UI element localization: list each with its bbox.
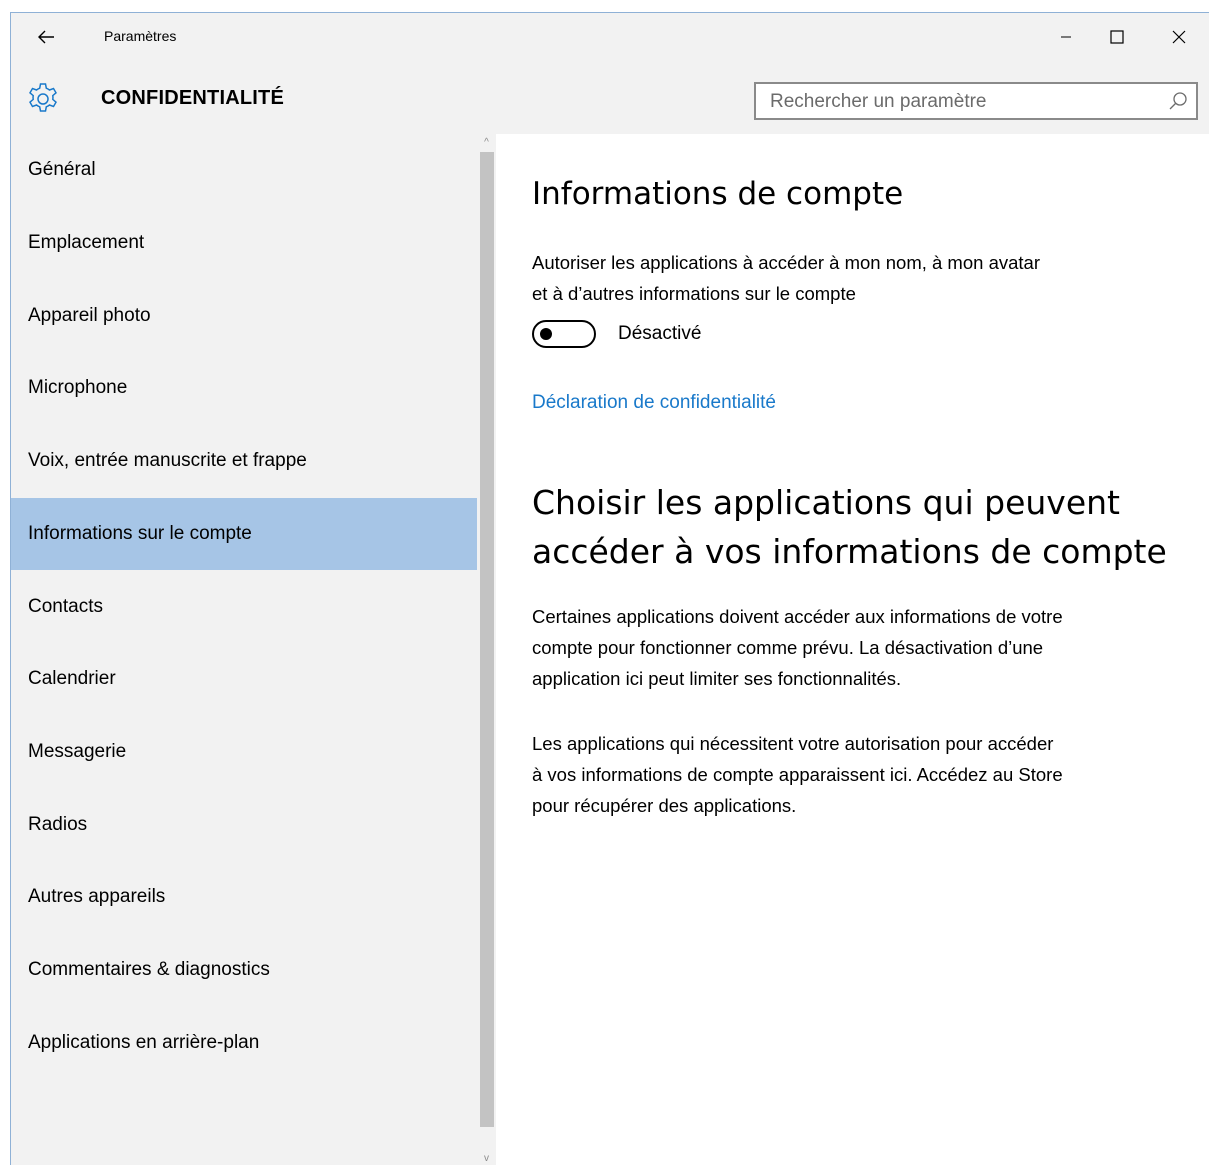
sidebar-item-label: Radios: [28, 814, 88, 835]
sidebar-item-label: Applications en arrière-plan: [28, 1032, 260, 1053]
sidebar-scrollbar[interactable]: ^ v: [477, 134, 496, 1165]
toggle-state-label: Désactivé: [618, 323, 702, 344]
sidebar-item-emplacement[interactable]: Emplacement: [11, 207, 477, 279]
account-access-toggle-row: Désactivé: [532, 318, 701, 350]
sidebar-item-autres-appareils[interactable]: Autres appareils: [11, 861, 477, 933]
title-bar: Paramètres: [11, 13, 1209, 61]
sidebar-item-commentaires[interactable]: Commentaires & diagnostics: [11, 934, 477, 1006]
sidebar-item-label: Calendrier: [28, 668, 116, 689]
main-content: Informations de compte Autoriser les app…: [496, 134, 1209, 1165]
privacy-statement-link[interactable]: Déclaration de confidentialité: [532, 392, 776, 414]
close-icon: [1172, 30, 1186, 44]
search-icon[interactable]: [1168, 91, 1188, 111]
toggle-description: Autoriser les applications à accéder à m…: [532, 247, 1192, 309]
page-title: CONFIDENTIALITÉ: [101, 87, 284, 109]
toggle-description-line: Autoriser les applications à accéder à m…: [532, 252, 1040, 273]
sidebar-item-label: Informations sur le compte: [28, 523, 252, 544]
sidebar-item-informations-compte[interactable]: Informations sur le compte: [11, 498, 477, 570]
sidebar-item-label: Appareil photo: [28, 305, 151, 326]
close-button[interactable]: [1156, 13, 1202, 61]
sidebar-item-label: Messagerie: [28, 741, 127, 762]
minimize-icon: [1061, 36, 1071, 38]
toggle-knob: [540, 328, 552, 340]
section-title-choose-apps: Choisir les applications qui peuvent acc…: [532, 478, 1202, 576]
scroll-up-arrow-icon[interactable]: ^: [477, 134, 496, 150]
paragraph-line: Certaines applications doivent accéder a…: [532, 606, 1063, 627]
scrollbar-thumb[interactable]: [480, 152, 494, 1127]
sidebar-item-label: Microphone: [28, 377, 128, 398]
scroll-down-arrow-icon[interactable]: v: [477, 1150, 496, 1165]
sidebar-item-contacts[interactable]: Contacts: [11, 571, 477, 643]
paragraph-line: compte pour fonctionner comme prévu. La …: [532, 637, 1044, 658]
section-title-line: accéder à vos informations de compte: [532, 532, 1167, 571]
sidebar-item-messagerie[interactable]: Messagerie: [11, 716, 477, 788]
paragraph-line: pour récupérer des applications.: [532, 795, 797, 816]
account-access-toggle[interactable]: [532, 320, 596, 348]
sidebar-item-label: Général: [28, 159, 96, 180]
sidebar-nav: Général Emplacement Appareil photo Micro…: [11, 134, 496, 1165]
sidebar-item-label: Autres appareils: [28, 886, 166, 907]
sidebar-item-general[interactable]: Général: [11, 134, 477, 206]
window-title: Paramètres: [104, 28, 177, 44]
minimize-button[interactable]: [1043, 13, 1089, 61]
back-button[interactable]: [11, 13, 81, 61]
sidebar-item-calendrier[interactable]: Calendrier: [11, 643, 477, 715]
apps-explanation-paragraph: Certaines applications doivent accéder a…: [532, 601, 1192, 694]
paragraph-line: Les applications qui nécessitent votre a…: [532, 733, 1054, 754]
search-input[interactable]: Rechercher un paramètre: [754, 82, 1198, 120]
search-placeholder: Rechercher un paramètre: [770, 91, 987, 112]
page-header: CONFIDENTIALITÉ Rechercher un paramètre: [11, 61, 1209, 134]
maximize-icon: [1110, 30, 1124, 44]
section-title-line: Choisir les applications qui peuvent: [532, 483, 1120, 522]
sidebar-item-appareil-photo[interactable]: Appareil photo: [11, 280, 477, 352]
sidebar-item-microphone[interactable]: Microphone: [11, 352, 477, 424]
sidebar-item-voix[interactable]: Voix, entrée manuscrite et frappe: [11, 425, 477, 497]
sidebar-item-label: Emplacement: [28, 232, 145, 253]
settings-window: Paramètres CONFIDENTIALITÉ Rechercher un…: [10, 12, 1209, 1165]
toggle-description-line: et à d’autres informations sur le compte: [532, 283, 856, 304]
paragraph-line: application ici peut limiter ses fonctio…: [532, 668, 902, 689]
apps-store-paragraph: Les applications qui nécessitent votre a…: [532, 728, 1192, 821]
section-title-account-info: Informations de compte: [532, 176, 904, 212]
sidebar-item-radios[interactable]: Radios: [11, 789, 477, 861]
back-arrow-icon: [38, 30, 54, 44]
gear-icon: [29, 83, 57, 112]
maximize-button[interactable]: [1094, 13, 1140, 61]
paragraph-line: à vos informations de compte apparaissen…: [532, 764, 1063, 785]
sidebar-item-label: Commentaires & diagnostics: [28, 959, 270, 980]
sidebar-item-applications-arriere-plan[interactable]: Applications en arrière-plan: [11, 1007, 477, 1079]
sidebar-item-label: Voix, entrée manuscrite et frappe: [28, 450, 307, 471]
sidebar-item-label: Contacts: [28, 596, 103, 617]
